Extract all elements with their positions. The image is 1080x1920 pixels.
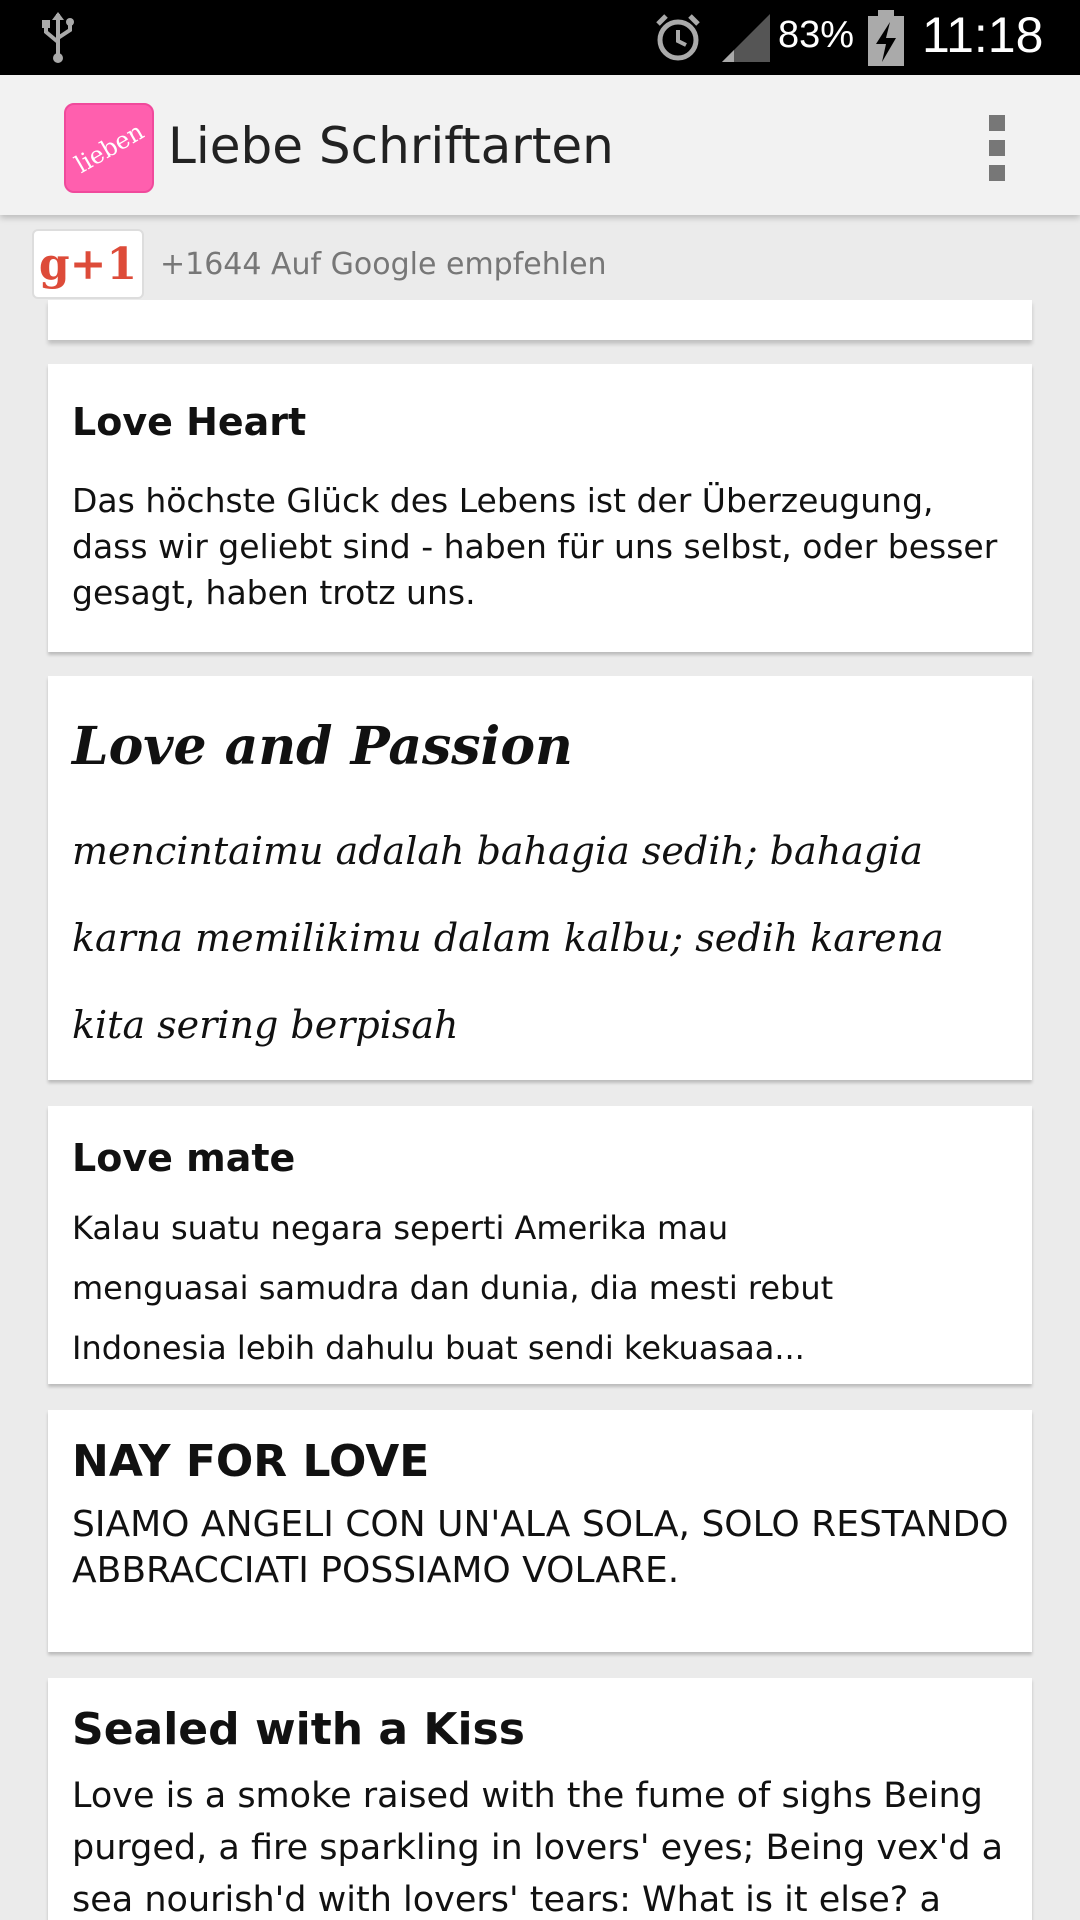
font-card[interactable]: NAY FOR LOVE SIAMO ANGELI CON UN'ALA SOL…	[48, 1410, 1032, 1652]
font-card[interactable]: Love and Passion mencintaimu adalah baha…	[48, 676, 1032, 1080]
google-plus-one-label: g+1	[38, 238, 138, 290]
alarm-clock-icon	[656, 14, 700, 61]
overflow-menu-icon[interactable]	[982, 115, 1012, 181]
app-icon[interactable]: lieben	[64, 103, 154, 193]
google-plus-count: +1644 Auf Google empfehlen	[160, 247, 607, 282]
action-bar: lieben Liebe Schriftarten	[0, 75, 1080, 215]
font-sample-line: Kalau suatu negara seperti Amerika mau	[72, 1209, 729, 1247]
font-name: Love Heart	[72, 400, 307, 444]
font-sample: SIAMO ANGELI CON UN'ALA SOLA, SOLO RESTA…	[72, 1504, 1009, 1591]
signal-icon	[722, 14, 770, 62]
font-name: Sealed with a Kiss	[72, 1704, 525, 1755]
google-plus-one-button[interactable]: g+1	[32, 229, 144, 299]
font-card[interactable]: Sealed with a Kiss Love is a smoke raise…	[48, 1678, 1032, 1920]
app-title: Liebe Schriftarten	[168, 117, 614, 175]
font-name: Love and Passion	[72, 716, 573, 777]
font-sample-line: menguasai samudra dan dunia, dia mesti r…	[72, 1269, 834, 1307]
font-sample: Love is a smoke raised with the fume of …	[72, 1776, 1004, 1920]
font-sample-line: Indonesia lebih dahulu buat sendi kekuas…	[72, 1329, 805, 1367]
font-name: NAY FOR LOVE	[72, 1436, 430, 1487]
clock-time: 11:18	[922, 7, 1044, 63]
font-card[interactable]: Love Heart Das höchste Glück des Lebens …	[48, 364, 1032, 652]
font-sample: Das höchste Glück des Lebens ist der Übe…	[72, 481, 998, 612]
battery-charging-icon	[868, 10, 904, 66]
font-card-partial[interactable]	[48, 300, 1032, 340]
font-card[interactable]: Love mate Kalau suatu negara seperti Ame…	[48, 1106, 1032, 1384]
battery-percent: 83%	[778, 14, 855, 56]
status-bar: 83% 11:18	[0, 0, 1080, 75]
font-sample: Kalau suatu negara seperti Amerika mau m…	[72, 1198, 1012, 1378]
app-icon-label: lieben	[69, 117, 149, 179]
usb-icon	[42, 12, 74, 63]
font-name: Love mate	[72, 1136, 296, 1180]
font-sample: mencintaimu adalah bahagia sedih; bahagi…	[72, 829, 944, 1047]
